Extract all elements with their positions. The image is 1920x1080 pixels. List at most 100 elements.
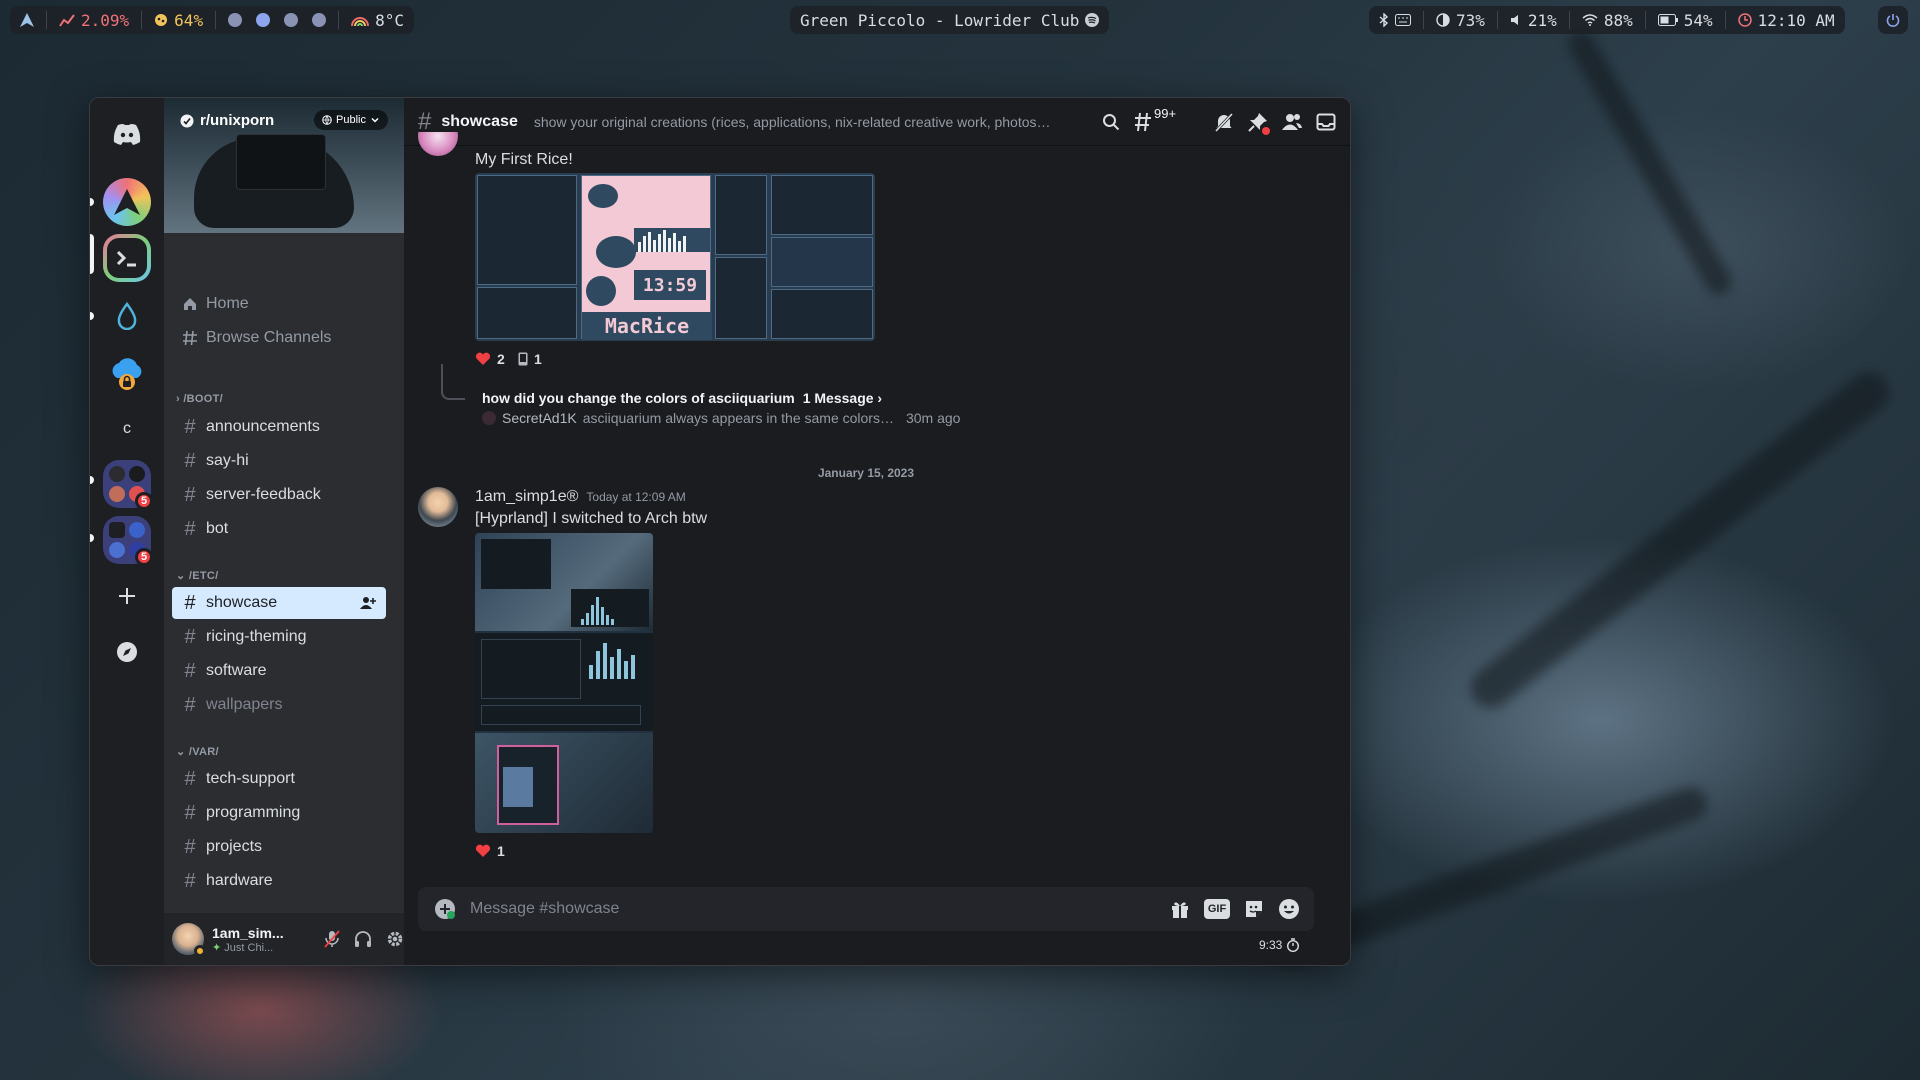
headphones-icon[interactable]	[354, 930, 372, 948]
nav-browse-channels[interactable]: Browse Channels	[172, 322, 396, 354]
slowmode-timer: 9:33	[1259, 938, 1283, 952]
channel-topic[interactable]: show your original creations (rices, app…	[534, 114, 1054, 130]
folder-server-thumb	[129, 522, 145, 538]
wifi-icon[interactable]	[1582, 14, 1598, 26]
server-banner[interactable]: r/unixporn Public	[164, 98, 404, 233]
channel-hardware[interactable]: # hardware	[172, 865, 386, 897]
discord-home-button[interactable]	[103, 110, 151, 158]
gif-button[interactable]: GIF	[1204, 899, 1230, 919]
terminal-pane-thumb	[481, 539, 551, 589]
keyboard-icon[interactable]	[1395, 14, 1411, 26]
thread-connector	[441, 364, 465, 400]
memory-icon	[154, 13, 168, 27]
notification-mute-icon[interactable]	[1214, 112, 1234, 132]
thread-last-time: 30m ago	[905, 410, 961, 426]
custom-status: ✦ Just Chi...	[212, 941, 312, 954]
invite-member-icon[interactable]	[360, 596, 376, 610]
category-var[interactable]: ⌄ /VAR/	[176, 745, 219, 758]
member-list-icon[interactable]	[1282, 113, 1302, 131]
inbox-icon[interactable]	[1316, 113, 1336, 131]
composer-toolbar: GIF	[1170, 887, 1300, 931]
category-etc[interactable]: ⌄ /ETC/	[176, 569, 219, 582]
hash-icon: #	[184, 517, 196, 540]
channel-projects[interactable]: # projects	[172, 831, 386, 863]
reaction-heart[interactable]: 1	[475, 840, 505, 862]
image-tile	[475, 633, 653, 731]
reaction-heart[interactable]: 2	[475, 348, 505, 370]
category-label: /ETC/	[188, 570, 219, 582]
thread-preview[interactable]: SecretAd1K asciiquarium always appears i…	[482, 410, 960, 426]
channel-server-feedback[interactable]: # server-feedback	[172, 479, 386, 511]
power-pill[interactable]	[1878, 6, 1908, 34]
hash-icon: #	[184, 449, 196, 472]
channel-software[interactable]: # software	[172, 655, 386, 687]
explore-button[interactable]	[103, 628, 151, 676]
separator	[1724, 11, 1726, 29]
gift-icon[interactable]	[1170, 899, 1190, 919]
message-author[interactable]: 1am_simp1e®	[475, 488, 578, 506]
channel-label: showcase	[206, 594, 278, 611]
brightness-icon[interactable]	[1436, 13, 1450, 27]
reaction-count: 1	[497, 843, 505, 859]
bluetooth-icon[interactable]	[1379, 13, 1389, 27]
hash-icon: #	[184, 869, 196, 892]
user-panel: 1am_sim... ✦ Just Chi...	[164, 913, 404, 965]
channel-bot[interactable]: # bot	[172, 513, 386, 545]
screenshot-attachment[interactable]	[475, 533, 653, 833]
arch-logo-icon[interactable]	[20, 13, 34, 27]
terminal-pane-thumb	[477, 287, 577, 339]
settings-gear-icon[interactable]	[386, 930, 404, 948]
public-badge[interactable]: Public	[314, 110, 388, 130]
channel-showcase[interactable]: # showcase	[172, 587, 386, 619]
power-icon[interactable]	[1886, 13, 1900, 27]
server-name-header[interactable]: r/unixporn	[180, 112, 274, 129]
public-label: Public	[336, 114, 366, 126]
sticker-icon[interactable]	[1244, 899, 1264, 919]
clock[interactable]: 12:10 AM	[1758, 11, 1835, 30]
avatar[interactable]	[418, 132, 458, 156]
workspace-dot-1[interactable]	[228, 13, 243, 27]
upload-plus-icon[interactable]	[434, 898, 456, 920]
thread-header[interactable]: how did you change the colors of asciiqu…	[482, 390, 882, 406]
channel-announcements[interactable]: # announcements	[172, 411, 386, 443]
emoji-icon[interactable]	[1278, 898, 1300, 920]
mute-mic-icon[interactable]	[324, 930, 340, 948]
category-boot[interactable]: › /BOOT/	[176, 393, 223, 405]
chat-area: # showcase show your original creations …	[404, 98, 1350, 965]
volume-icon[interactable]	[1510, 14, 1522, 26]
server-folder-1[interactable]: 5	[103, 460, 153, 510]
avatar[interactable]	[418, 487, 458, 527]
message-timestamp: Today at 12:09 AM	[586, 490, 686, 504]
thread-last-text: asciiquarium always appears in the same …	[582, 410, 894, 426]
server-folder-2[interactable]: 5	[103, 516, 153, 566]
avatar[interactable]	[172, 923, 206, 957]
battery-icon[interactable]	[1657, 14, 1678, 26]
server-cloud-icon[interactable]	[103, 348, 151, 396]
plus-icon	[119, 588, 135, 604]
channel-ricing-theming[interactable]: # ricing-theming	[172, 621, 386, 653]
workspace-dot-2[interactable]	[256, 13, 271, 27]
tray-pill: 73% 21% 88% 54% 12:10 AM	[1369, 6, 1845, 34]
workspace-dot-3[interactable]	[284, 13, 299, 27]
server-arch-icon[interactable]	[103, 178, 151, 226]
reaction-phone[interactable]: 1	[518, 348, 542, 370]
channel-tech-support[interactable]: # tech-support	[172, 763, 386, 795]
channel-say-hi[interactable]: # say-hi	[172, 445, 386, 477]
user-info[interactable]: 1am_sim... ✦ Just Chi...	[212, 925, 312, 954]
media-pill[interactable]: Green Piccolo - Lowrider Club	[790, 6, 1110, 34]
threads-button[interactable]: 99+	[1134, 106, 1176, 132]
screenshot-attachment[interactable]: 13:59 MacRice	[475, 173, 875, 341]
server-unixporn-icon[interactable]	[103, 234, 151, 282]
channel-programming[interactable]: # programming	[172, 797, 386, 829]
cloud-lock-icon	[112, 358, 142, 390]
message-input[interactable]	[470, 900, 1110, 918]
channel-label: programming	[206, 804, 301, 821]
add-server-button[interactable]	[103, 572, 151, 620]
nav-home[interactable]: Home	[172, 288, 396, 320]
channel-wallpapers[interactable]: # wallpapers	[172, 689, 386, 721]
search-icon[interactable]	[1102, 113, 1120, 131]
server-drop-icon[interactable]	[103, 292, 151, 340]
server-text-icon[interactable]: c	[103, 405, 151, 453]
workspace-dot-4[interactable]	[312, 13, 327, 27]
pinned-messages-icon[interactable]	[1248, 112, 1270, 135]
